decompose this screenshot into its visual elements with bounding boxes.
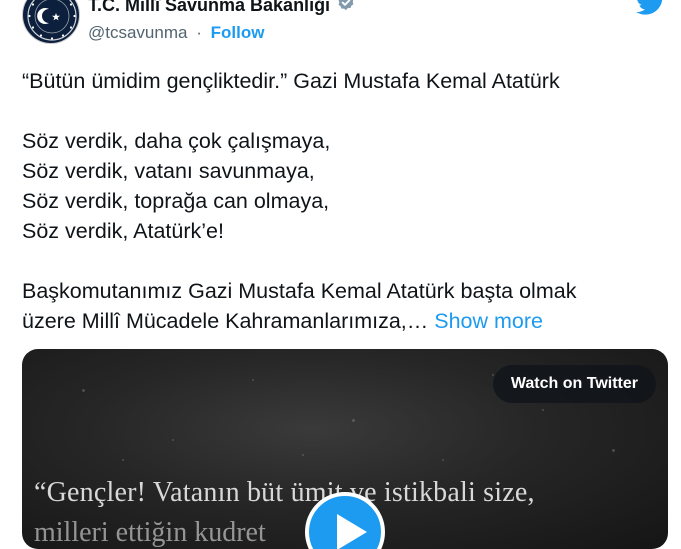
author-name-row: T.C. Millî Savunma Bakanlığı	[88, 0, 356, 18]
tweet-line: Söz verdik, Atatürk’e!	[22, 219, 224, 243]
author-name[interactable]: T.C. Millî Savunma Bakanlığı	[88, 0, 330, 16]
tweet-quote-line: “Bütün ümidim gençliktedir.” Gazi Mustaf…	[22, 69, 560, 93]
tweet-line: Söz verdik, vatanı savunmaya,	[22, 159, 315, 183]
avatar[interactable]	[22, 0, 80, 44]
play-icon	[337, 514, 367, 549]
tweet-paragraph-line-2: üzere Millî Mücadele Kahramanlarımıza,… …	[22, 306, 662, 336]
separator-dot: ·	[196, 23, 202, 42]
video-caption-line-2: milleri ettiğin kudret	[34, 517, 266, 548]
tweet-line: Söz verdik, daha çok çalışmaya,	[22, 129, 331, 153]
tweet-paragraph-text: üzere Millî Mücadele Kahramanlarımıza,…	[22, 309, 429, 333]
video-media[interactable]: Watch on Twitter “Gençler! Vatanın büt ü…	[22, 349, 668, 549]
tweet-body: “Bütün ümidim gençliktedir.” Gazi Mustaf…	[22, 66, 662, 336]
twitter-bird-icon[interactable]	[635, 0, 666, 21]
show-more-link[interactable]: Show more	[434, 309, 543, 333]
author-handle-row: @tcsavunma · Follow	[88, 23, 264, 43]
follow-button[interactable]: Follow	[211, 23, 265, 42]
tweet-paragraph-line: Başkomutanımız Gazi Mustafa Kemal Atatür…	[22, 279, 577, 303]
watch-on-twitter-button[interactable]: Watch on Twitter	[492, 365, 656, 403]
tweet-line: Söz verdik, toprağa can olmaya,	[22, 189, 330, 213]
verified-badge-icon	[336, 0, 356, 18]
author-handle[interactable]: @tcsavunma	[88, 23, 187, 42]
video-caption-line: “Gençler! Vatanın büt ümit ve istikbali …	[34, 477, 535, 508]
ministry-emblem-icon	[27, 0, 77, 41]
